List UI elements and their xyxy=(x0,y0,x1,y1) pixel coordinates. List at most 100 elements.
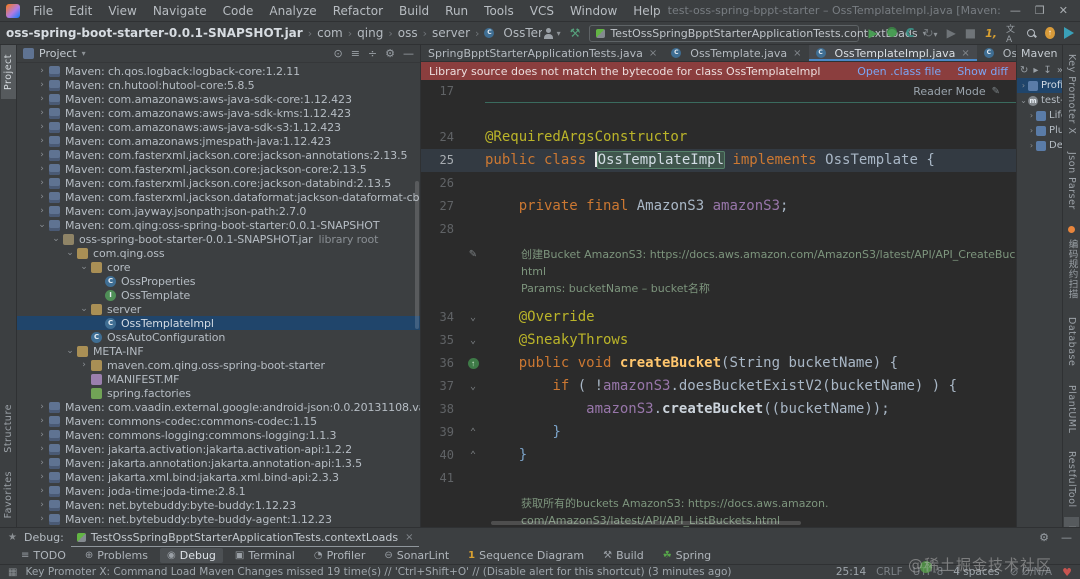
chevron-icon[interactable]: › xyxy=(35,486,49,496)
tree-row[interactable]: › Maven: net.bytebuddy:byte-buddy-agent:1… xyxy=(17,512,420,526)
tree-row[interactable]: ⌄ Maven: com.qing:oss-spring-boot-starter… xyxy=(17,218,420,232)
maven-tree-row[interactable]: › Profiles xyxy=(1017,78,1062,93)
collapse-all-button[interactable]: ÷ xyxy=(368,47,377,60)
chevron-icon[interactable]: › xyxy=(35,178,49,188)
chevron-icon[interactable]: › xyxy=(35,416,49,426)
tree-row[interactable]: › Maven: com.amazonaws:aws-java-sdk-kms:1… xyxy=(17,106,420,120)
tool-strip-tab--[interactable]: 编码规约扫描 xyxy=(1063,219,1080,308)
tree-row[interactable]: ⌄ META-INF xyxy=(17,344,420,358)
menu-view[interactable]: View xyxy=(101,3,143,19)
chevron-icon[interactable]: › xyxy=(35,430,49,440)
translate-icon[interactable]: 文A xyxy=(1006,22,1017,45)
toolwindow-button-todo[interactable]: ≡ TODO xyxy=(14,548,73,563)
toolwindow-button-sonarlint[interactable]: ⊖ SonarLint xyxy=(377,548,456,563)
menu-run[interactable]: Run xyxy=(438,3,475,19)
tree-row[interactable]: › Maven: com.amazonaws:jmespath-java:1.12… xyxy=(17,134,420,148)
breadcrumb-item[interactable]: oss xyxy=(398,26,418,40)
download-icon[interactable]: ↧ xyxy=(1043,65,1051,76)
breadcrumb-item[interactable]: server xyxy=(432,26,470,40)
toolwindow-button-spring[interactable]: ☘ Spring xyxy=(656,548,718,563)
close-button[interactable]: ✕ xyxy=(1059,4,1068,17)
fold-icon[interactable]: ⌃ xyxy=(461,444,485,467)
toolwindow-button-problems[interactable]: ⊕ Problems xyxy=(78,548,155,563)
chevron-icon[interactable]: › xyxy=(35,66,49,76)
plugin-kite-icon[interactable] xyxy=(1064,27,1075,39)
tree-row[interactable]: › Maven: net.bytebuddy:byte-buddy:1.12.23 xyxy=(17,498,420,512)
chevron-icon[interactable]: ⌄ xyxy=(77,262,91,272)
fold-icon[interactable]: ⌄ xyxy=(461,375,485,398)
chevron-icon[interactable]: › xyxy=(35,444,49,454)
chevron-icon[interactable]: › xyxy=(1027,111,1036,120)
maximize-button[interactable]: ❒ xyxy=(1035,4,1045,17)
editor-tab[interactable]: C OssTemplateImpl.java × xyxy=(808,45,977,61)
chevron-icon[interactable]: ⌄ xyxy=(63,346,77,356)
build-project-button[interactable]: ⚒ xyxy=(570,26,581,40)
tool-strip-tab-plantuml[interactable]: PlantUML xyxy=(1064,376,1079,442)
events-icon[interactable]: 1, xyxy=(985,27,997,40)
tool-strip-tab-maven[interactable]: Maven xyxy=(1064,516,1079,527)
tool-strip-tab-favorites[interactable]: Favorites xyxy=(1,462,16,527)
tree-row[interactable]: › Maven: jakarta.activation:jakarta.activ… xyxy=(17,442,420,456)
tool-strip-tab-project[interactable]: Project xyxy=(0,45,16,100)
run-maven-icon[interactable]: ▸ xyxy=(1033,65,1038,76)
chevron-icon[interactable]: › xyxy=(35,80,49,90)
tree-row[interactable]: I OssTemplate xyxy=(17,288,420,302)
menu-refactor[interactable]: Refactor xyxy=(326,3,390,19)
chevron-icon[interactable]: ⌄ xyxy=(35,220,49,230)
breadcrumb-item[interactable]: qing xyxy=(357,26,383,40)
override-method-icon[interactable]: ↑ xyxy=(467,358,479,369)
toolwindow-button-terminal[interactable]: ▣ Terminal xyxy=(228,548,302,563)
maven-tree-row[interactable]: ⌄mtest-oss- xyxy=(1017,93,1062,108)
tool-strip-tab-json-parser[interactable]: Json Parser xyxy=(1064,143,1079,219)
menu-window[interactable]: Window xyxy=(563,3,624,19)
chevron-icon[interactable]: › xyxy=(35,458,49,468)
tree-row[interactable]: › Maven: commons-logging:commons-logging:… xyxy=(17,428,420,442)
breadcrumb-item[interactable]: oss-spring-boot-starter-0.0.1-SNAPSHOT.j… xyxy=(6,26,303,40)
menu-navigate[interactable]: Navigate xyxy=(146,3,214,19)
chevron-icon[interactable]: › xyxy=(35,192,49,202)
toolwindow-button-sequence-diagram[interactable]: 1 Sequence Diagram xyxy=(461,548,591,563)
breadcrumb-item[interactable]: com xyxy=(317,26,343,40)
rerun-button[interactable]: ↻▾ xyxy=(923,27,937,39)
fold-icon[interactable]: ⌄ xyxy=(461,306,485,329)
toolwindow-button-profiler[interactable]: ◔ Profiler xyxy=(307,548,372,563)
tree-row[interactable]: › Maven: com.fasterxml.jackson.core:jacks… xyxy=(17,148,420,162)
tree-row[interactable]: › Maven: com.fasterxml.jackson.core:jacks… xyxy=(17,176,420,190)
pencil-icon[interactable]: ✎ xyxy=(461,246,485,263)
tree-row[interactable]: › Maven: com.jayway.jsonpath:json-path:2.… xyxy=(17,204,420,218)
plugin-update-icon[interactable]: ↑ xyxy=(1044,27,1056,39)
tree-row[interactable]: › Maven: joda-time:joda-time:2.8.1 xyxy=(17,484,420,498)
caret-position[interactable]: 25:14 xyxy=(836,566,866,578)
gear-icon[interactable]: ⚙ xyxy=(1039,531,1049,544)
chevron-icon[interactable]: › xyxy=(35,206,49,216)
close-icon[interactable]: × xyxy=(405,532,413,543)
breadcrumb-item[interactable]: COssTemplateImpl xyxy=(484,26,542,40)
show-diff-link[interactable]: Show diff xyxy=(957,65,1008,78)
coverage-button[interactable]: C xyxy=(906,27,915,39)
tool-strip-tab-structure[interactable]: Structure xyxy=(1,395,16,462)
open-class-file-link[interactable]: Open .class file xyxy=(857,65,941,78)
chevron-icon[interactable]: › xyxy=(35,122,49,132)
run-button[interactable]: ▶ xyxy=(868,27,877,39)
menu-edit[interactable]: Edit xyxy=(62,3,99,19)
tree-row[interactable]: › Maven: commons-codec:commons-codec:1.15 xyxy=(17,414,420,428)
maven-tree-row[interactable]: › Plugi xyxy=(1017,123,1062,138)
tree-row[interactable]: ⌄ server xyxy=(17,302,420,316)
tree-scrollbar[interactable] xyxy=(415,181,419,329)
toolwindow-switcher-icon[interactable]: ▦ xyxy=(8,567,17,578)
chevron-icon[interactable]: › xyxy=(35,472,49,482)
chevron-icon[interactable]: ⌄ xyxy=(1019,96,1028,105)
debug-session-tab[interactable]: TestOssSpringBpptStarterApplicationTests… xyxy=(70,528,420,547)
chevron-down-icon[interactable]: ▾ xyxy=(82,49,86,58)
expand-all-button[interactable]: ≡ xyxy=(351,47,360,60)
chevron-icon[interactable]: ⌄ xyxy=(77,304,91,314)
fold-icon[interactable]: ⌃ xyxy=(461,421,485,444)
menu-analyze[interactable]: Analyze xyxy=(262,3,323,19)
menu-build[interactable]: Build xyxy=(392,3,436,19)
chevron-icon[interactable]: › xyxy=(35,94,49,104)
hide-panel-button[interactable]: — xyxy=(1061,531,1072,544)
code-editor[interactable]: Reader Mode ✎ 17 24 @RequiredArgsConstruct… xyxy=(421,80,1016,527)
editor-tab[interactable]: SpringBpptStarterApplicationTests.java × xyxy=(421,45,664,61)
line-separator[interactable]: CRLF xyxy=(876,566,903,578)
hide-panel-button[interactable]: — xyxy=(403,47,414,60)
